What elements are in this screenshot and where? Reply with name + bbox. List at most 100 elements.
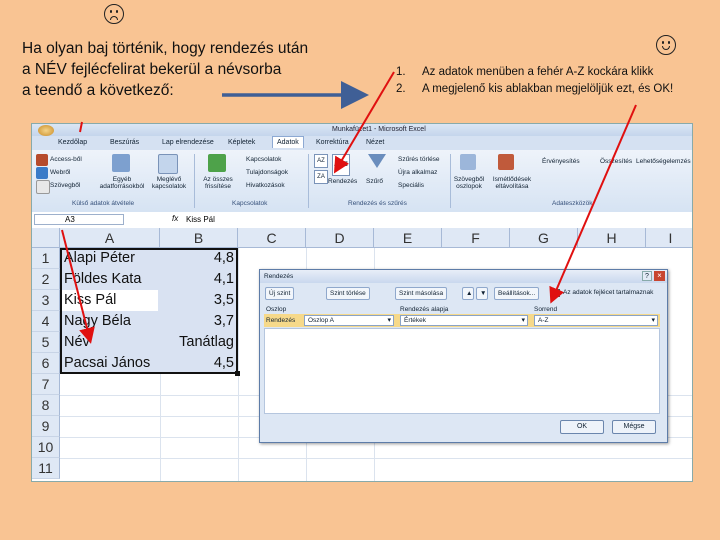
ribbon-consolidate-button[interactable]: Összesítés xyxy=(600,158,632,165)
cell-score[interactable]: 4,5 xyxy=(162,353,234,374)
sort-za-icon[interactable]: ZA xyxy=(314,170,328,184)
row-header[interactable]: 8 xyxy=(32,395,60,416)
grid-line xyxy=(60,458,692,459)
sort-az-icon[interactable]: AZ xyxy=(314,154,328,168)
cell-score[interactable]: 3,5 xyxy=(162,290,234,311)
formula-input[interactable]: Kiss Pál xyxy=(186,214,686,225)
dialog-titlebar: Rendezés ? × xyxy=(260,270,667,283)
sort-dialog-icon[interactable]: A→Z xyxy=(332,154,350,176)
tab-data[interactable]: Adatok xyxy=(272,136,304,148)
ribbon-text-to-columns-button[interactable]: Szövegből oszlopok xyxy=(452,176,486,190)
cell-name[interactable]: Nagy Béla xyxy=(64,311,131,332)
existing-connections-icon[interactable] xyxy=(158,154,178,174)
text-to-columns-icon[interactable] xyxy=(460,154,476,170)
tab-page-layout[interactable]: Lap elrendezése xyxy=(162,139,214,146)
cell-score[interactable]: Tanátlag xyxy=(162,332,234,353)
options-button[interactable]: Beállítások... xyxy=(494,287,540,300)
order-label: Sorrend xyxy=(534,306,558,313)
ok-button[interactable]: OK xyxy=(560,420,604,434)
sort-levels-list xyxy=(264,328,660,414)
row-header[interactable]: 6 xyxy=(32,353,60,374)
ribbon-remove-duplicates-button[interactable]: Ismétlődések eltávolítása xyxy=(486,176,538,190)
ribbon-sort-button[interactable]: Rendezés xyxy=(328,178,357,185)
ribbon-what-if-button[interactable]: Lehetőségelemzés xyxy=(636,158,691,165)
remove-duplicates-icon[interactable] xyxy=(498,154,514,170)
ribbon-existing-connections-button[interactable]: Meglévő kapcsolatok xyxy=(150,176,188,190)
column-header[interactable]: E xyxy=(374,228,442,248)
row-header[interactable]: 3 xyxy=(32,290,60,311)
ribbon-text-button[interactable]: Szövegből xyxy=(50,182,80,189)
tab-view[interactable]: Nézet xyxy=(366,139,384,146)
cell-name[interactable]: Kiss Pál xyxy=(64,290,116,311)
fx-icon[interactable]: fx xyxy=(172,214,178,223)
filter-icon[interactable] xyxy=(368,154,386,168)
ribbon-properties-button[interactable]: Tulajdonságok xyxy=(246,169,288,176)
cell-name[interactable]: Pacsai János xyxy=(64,353,150,374)
tab-insert[interactable]: Beszúrás xyxy=(110,139,139,146)
row-header[interactable]: 11 xyxy=(32,458,60,479)
move-down-button[interactable]: ▼ xyxy=(476,287,488,300)
column-select[interactable]: Oszlop A xyxy=(304,315,394,326)
tab-formulas[interactable]: Képletek xyxy=(228,139,255,146)
ribbon: Access-ből Webről Szövegből Egyéb adatfo… xyxy=(32,150,692,213)
column-header[interactable]: D xyxy=(306,228,374,248)
refresh-all-icon[interactable] xyxy=(208,154,226,172)
text-file-icon[interactable] xyxy=(36,180,50,194)
ribbon-filter-button[interactable]: Szűrő xyxy=(366,178,383,185)
ribbon-access-button[interactable]: Access-ből xyxy=(50,156,82,163)
cell-score[interactable]: 3,7 xyxy=(162,311,234,332)
step-number: 2. xyxy=(396,83,406,95)
add-level-button[interactable]: Új szint xyxy=(265,287,295,300)
sort-on-label: Rendezés alapja xyxy=(400,306,449,313)
ribbon-links-button[interactable]: Hivatkozások xyxy=(246,182,285,189)
column-header[interactable]: A xyxy=(60,228,160,248)
row-header[interactable]: 4 xyxy=(32,311,60,332)
row-header[interactable]: 2 xyxy=(32,269,60,290)
intro-line: a NÉV fejlécfelirat bekerül a névsorba xyxy=(22,61,282,78)
cell-score[interactable]: 4,1 xyxy=(162,269,234,290)
cell-name[interactable]: Földes Kata xyxy=(64,269,141,290)
row-header[interactable]: 5 xyxy=(32,332,60,353)
other-sources-icon[interactable] xyxy=(112,154,130,172)
cancel-button[interactable]: Mégse xyxy=(612,420,656,434)
web-icon[interactable] xyxy=(36,167,48,179)
fill-handle[interactable] xyxy=(235,371,240,376)
row-header[interactable]: 1 xyxy=(32,248,60,269)
ribbon-reapply-button[interactable]: Újra alkalmaz xyxy=(398,169,437,176)
ribbon-connections-button[interactable]: Kapcsolatok xyxy=(246,156,281,163)
header-checkbox[interactable] xyxy=(552,289,560,297)
column-header[interactable]: C xyxy=(238,228,306,248)
move-up-button[interactable]: ▲ xyxy=(462,287,474,300)
row-header[interactable]: 7 xyxy=(32,374,60,395)
cell-name[interactable]: Alapi Péter xyxy=(64,248,135,269)
ribbon-advanced-button[interactable]: Speciális xyxy=(398,182,424,189)
help-icon[interactable]: ? xyxy=(642,271,652,281)
row-header[interactable]: 9 xyxy=(32,416,60,437)
ribbon-refresh-all-button[interactable]: Az összes frissítése xyxy=(198,176,238,190)
access-icon[interactable] xyxy=(36,154,48,166)
cell-name[interactable]: Név xyxy=(64,332,90,353)
column-header[interactable]: H xyxy=(578,228,646,248)
column-header[interactable]: G xyxy=(510,228,578,248)
tab-home[interactable]: Kezdőlap xyxy=(58,139,87,146)
sort-on-select[interactable]: Értékek xyxy=(400,315,528,326)
ribbon-other-sources-button[interactable]: Egyéb adatforrásokból xyxy=(94,176,150,190)
name-box[interactable]: A3 xyxy=(34,214,124,225)
ribbon-web-button[interactable]: Webről xyxy=(50,169,70,176)
step-item: 1. Az adatok menüben a fehér A-Z kockára … xyxy=(396,64,673,81)
close-icon[interactable]: × xyxy=(654,271,665,281)
column-header[interactable]: B xyxy=(160,228,238,248)
office-button-icon[interactable] xyxy=(38,125,54,136)
ribbon-validation-button[interactable]: Érvényesítés xyxy=(542,158,580,165)
delete-level-button[interactable]: Szint törlése xyxy=(326,287,370,300)
step-text: A megjelenő kis ablakban megjelöljük ezt… xyxy=(422,83,674,95)
tab-review[interactable]: Korrektúra xyxy=(316,139,349,146)
row-header[interactable]: 10 xyxy=(32,437,60,458)
select-all-corner[interactable] xyxy=(32,228,60,248)
ribbon-clear-button[interactable]: Szűrés törlése xyxy=(398,156,440,163)
cell-score[interactable]: 4,8 xyxy=(162,248,234,269)
column-header[interactable]: F xyxy=(442,228,510,248)
order-select[interactable]: A-Z xyxy=(534,315,658,326)
copy-level-button[interactable]: Szint másolása xyxy=(395,287,448,300)
column-header[interactable]: I xyxy=(646,228,692,248)
